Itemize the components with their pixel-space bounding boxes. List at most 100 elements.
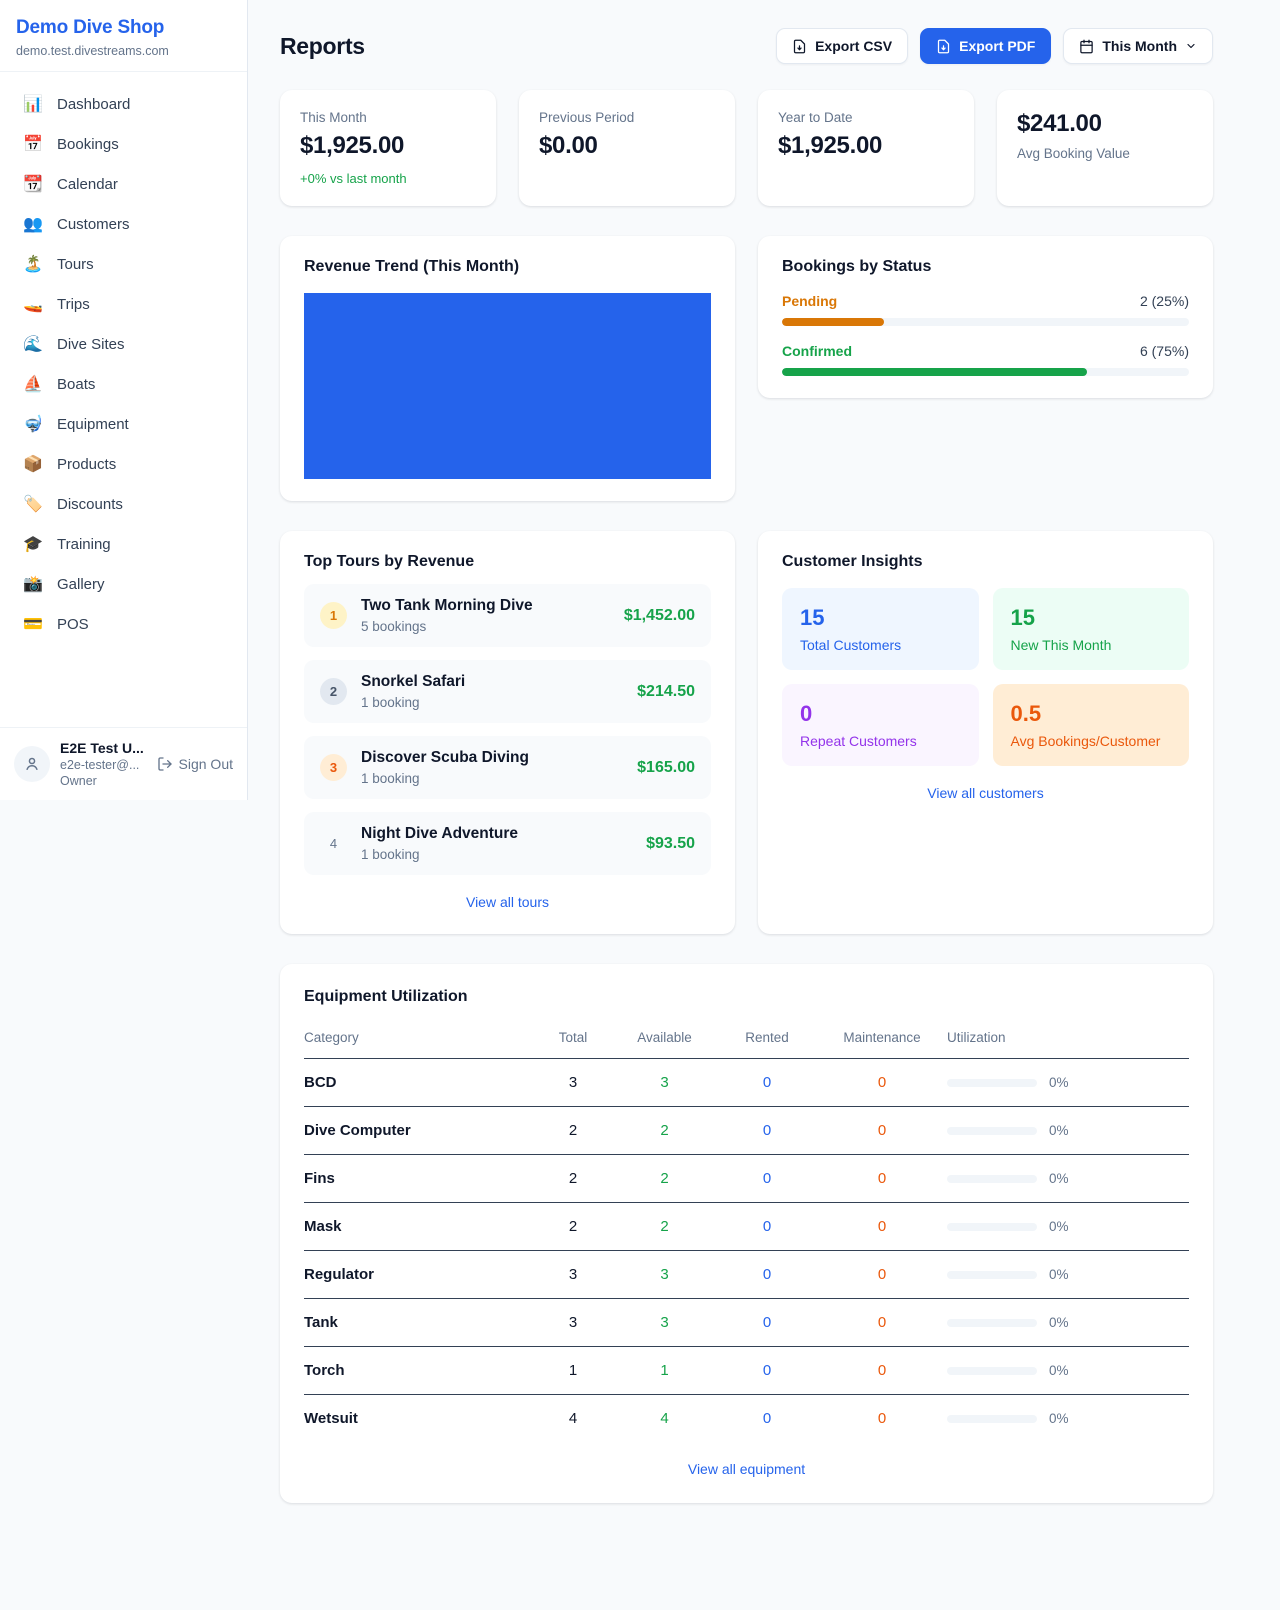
cell-rented: 0 (717, 1299, 817, 1347)
export-pdf-button[interactable]: Export PDF (920, 28, 1051, 64)
cell-available: 3 (612, 1251, 717, 1299)
calendar-icon (1079, 39, 1094, 54)
equipment-icon: 🤿 (22, 414, 44, 434)
sidebar-item-training[interactable]: 🎓 Training (10, 524, 237, 564)
sidebar-header: Demo Dive Shop demo.test.divestreams.com (0, 0, 247, 72)
sidebar-item-trips[interactable]: 🚤 Trips (10, 284, 237, 324)
sign-out-icon (157, 756, 173, 772)
sidebar-item-equipment[interactable]: 🤿 Equipment (10, 404, 237, 444)
cell-rented: 0 (717, 1059, 817, 1107)
sidebar-item-label: Gallery (57, 576, 105, 593)
sidebar-item-products[interactable]: 📦 Products (10, 444, 237, 484)
cell-utilization: 0% (1049, 1075, 1069, 1090)
cell-maintenance: 0 (817, 1155, 947, 1203)
table-header-row: Category Total Available Rented Maintena… (304, 1022, 1189, 1059)
cell-category: Wetsuit (304, 1395, 534, 1443)
progress-fill (782, 368, 1087, 376)
tile-value: 0 (800, 701, 961, 727)
sidebar-item-boats[interactable]: ⛵ Boats (10, 364, 237, 404)
user-role: Owner (60, 774, 147, 788)
rank-badge: 1 (320, 602, 347, 629)
sidebar-item-label: Trips (57, 296, 90, 313)
view-all-tours-link[interactable]: View all tours (466, 894, 549, 910)
cell-total: 2 (534, 1107, 612, 1155)
cell-maintenance: 0 (817, 1395, 947, 1443)
tile-repeat-customers: 0 Repeat Customers (782, 684, 979, 766)
tile-label: Total Customers (800, 637, 961, 653)
avatar (14, 746, 50, 782)
person-icon (23, 755, 41, 773)
stat-value: $0.00 (539, 132, 715, 160)
col-category: Category (304, 1022, 534, 1059)
sidebar-item-tours[interactable]: 🏝️ Tours (10, 244, 237, 284)
table-row: Fins 2 2 0 0 0% (304, 1155, 1189, 1203)
col-utilization: Utilization (947, 1022, 1189, 1059)
sidebar: Demo Dive Shop demo.test.divestreams.com… (0, 0, 248, 800)
table-row: BCD 3 3 0 0 0% (304, 1059, 1189, 1107)
tour-row: 2 Snorkel Safari 1 booking $214.50 (304, 660, 711, 723)
col-available: Available (612, 1022, 717, 1059)
sidebar-item-label: Dive Sites (57, 336, 125, 353)
tour-row: 1 Two Tank Morning Dive 5 bookings $1,45… (304, 584, 711, 647)
sidebar-item-customers[interactable]: 👥 Customers (10, 204, 237, 244)
discounts-icon: 🏷️ (22, 494, 44, 514)
tour-bookings: 5 bookings (361, 619, 610, 634)
sign-out-button[interactable]: Sign Out (157, 756, 233, 772)
cell-maintenance: 0 (817, 1299, 947, 1347)
tile-value: 15 (1011, 605, 1172, 631)
stat-card-previous-period: Previous Period $0.00 (519, 90, 735, 206)
tile-total-customers: 15 Total Customers (782, 588, 979, 670)
sidebar-item-label: Boats (57, 376, 95, 393)
user-meta: E2E Test U... e2e-tester@... Owner (60, 740, 147, 788)
view-all-equipment-link[interactable]: View all equipment (688, 1461, 805, 1477)
table-row: Torch 1 1 0 0 0% (304, 1347, 1189, 1395)
bookings-icon: 📅 (22, 134, 44, 154)
cell-available: 3 (612, 1059, 717, 1107)
tour-revenue: $165.00 (637, 759, 695, 777)
user-email: e2e-tester@... (60, 758, 147, 772)
cell-rented: 0 (717, 1347, 817, 1395)
cell-category: Mask (304, 1203, 534, 1251)
file-download-icon (936, 39, 951, 54)
status-row-confirmed: Confirmed 6 (75%) (782, 343, 1189, 376)
cell-maintenance: 0 (817, 1347, 947, 1395)
cell-total: 3 (534, 1299, 612, 1347)
sidebar-item-dashboard[interactable]: 📊 Dashboard (10, 84, 237, 124)
sidebar-item-calendar[interactable]: 📆 Calendar (10, 164, 237, 204)
progress-fill (782, 318, 884, 326)
period-select[interactable]: This Month (1063, 28, 1213, 64)
boats-icon: ⛵ (22, 374, 44, 394)
sidebar-item-pos[interactable]: 💳 POS (10, 604, 237, 644)
sidebar-item-gallery[interactable]: 📸 Gallery (10, 564, 237, 604)
file-download-icon (792, 39, 807, 54)
main-content: Reports Export CSV Export PDF (248, 0, 1280, 1543)
products-icon: 📦 (22, 454, 44, 474)
tile-new-this-month: 15 New This Month (993, 588, 1190, 670)
calendar-icon: 📆 (22, 174, 44, 194)
sidebar-item-bookings[interactable]: 📅 Bookings (10, 124, 237, 164)
sidebar-item-dive-sites[interactable]: 🌊 Dive Sites (10, 324, 237, 364)
cell-total: 2 (534, 1155, 612, 1203)
sidebar-item-label: Customers (57, 216, 130, 233)
sidebar-item-discounts[interactable]: 🏷️ Discounts (10, 484, 237, 524)
utilization-bar (947, 1223, 1037, 1231)
stat-value: $1,925.00 (300, 132, 476, 160)
cell-available: 4 (612, 1395, 717, 1443)
sidebar-item-label: Products (57, 456, 116, 473)
sidebar-item-label: Equipment (57, 416, 129, 433)
status-count: 2 (25%) (1140, 293, 1189, 309)
tour-row: 3 Discover Scuba Diving 1 booking $165.0… (304, 736, 711, 799)
cell-category: Tank (304, 1299, 534, 1347)
table-row: Wetsuit 4 4 0 0 0% (304, 1395, 1189, 1443)
cell-utilization: 0% (1049, 1363, 1069, 1378)
view-all-customers-link[interactable]: View all customers (927, 785, 1043, 801)
cell-utilization: 0% (1049, 1315, 1069, 1330)
stats-row: This Month $1,925.00 +0% vs last month P… (280, 90, 1213, 206)
sidebar-nav: 📊 Dashboard 📅 Bookings 📆 Calendar 👥 Cust… (0, 72, 247, 727)
tour-bookings: 1 booking (361, 695, 623, 710)
insights-grid: 15 Total Customers 15 New This Month 0 R… (782, 588, 1189, 766)
col-maintenance: Maintenance (817, 1022, 947, 1059)
cell-total: 4 (534, 1395, 612, 1443)
export-csv-button[interactable]: Export CSV (776, 28, 908, 64)
cell-available: 1 (612, 1347, 717, 1395)
